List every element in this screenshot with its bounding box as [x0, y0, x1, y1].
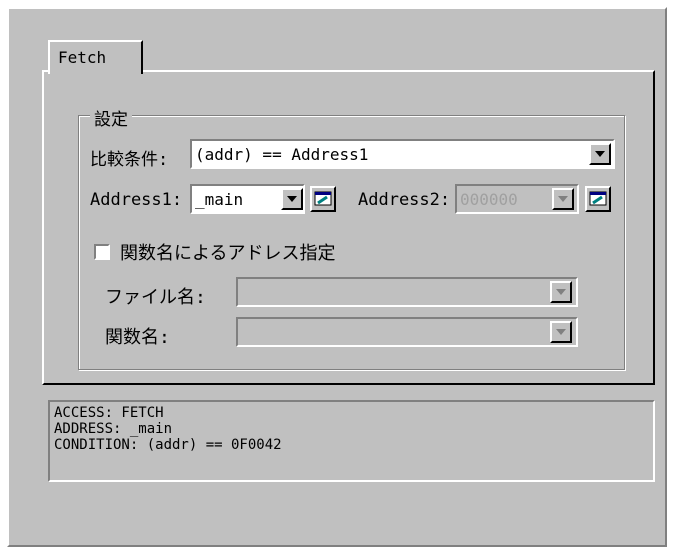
function-name-combobox[interactable]	[236, 317, 578, 347]
summary-line-address: ADDRESS: _main	[54, 421, 173, 437]
address1-label: Address1:	[90, 190, 183, 210]
address2-value: 000000	[460, 190, 518, 209]
address2-dropdown-button[interactable]	[552, 188, 574, 210]
chevron-down-icon	[556, 329, 566, 335]
condition-combobox[interactable]: (addr) == Address1	[190, 139, 615, 169]
address2-label: Address2:	[358, 190, 451, 210]
tab-fetch-label: Fetch	[58, 48, 107, 67]
address1-dropdown-button[interactable]	[281, 188, 303, 210]
function-address-checkbox-label: 関数名によるアドレス指定	[120, 243, 336, 264]
address1-symbol-button[interactable]	[310, 186, 336, 212]
file-name-dropdown-button[interactable]	[550, 281, 572, 303]
condition-label: 比較条件:	[90, 150, 169, 170]
settings-group-title: 設定	[90, 105, 132, 130]
chevron-down-icon	[595, 151, 605, 157]
address1-value: _main	[195, 190, 244, 209]
chevron-down-icon	[558, 196, 568, 202]
summary-line-access: ACCESS: FETCH	[54, 405, 164, 421]
function-name-dropdown-button[interactable]	[550, 321, 572, 343]
summary-line-condition: CONDITION: (addr) == 0F0042	[54, 437, 282, 453]
function-address-checkbox[interactable]	[94, 244, 110, 260]
file-name-combobox[interactable]	[236, 277, 578, 307]
symbol-browse-icon	[314, 191, 332, 206]
chevron-down-icon	[556, 289, 566, 295]
chevron-down-icon	[287, 196, 297, 202]
condition-dropdown-button[interactable]	[589, 143, 611, 165]
condition-value: (addr) == Address1	[195, 145, 369, 164]
function-name-label: 関数名:	[105, 327, 170, 348]
symbol-browse-icon	[589, 191, 607, 206]
address2-symbol-button[interactable]	[585, 186, 611, 212]
condition-summary-box: ACCESS: FETCH ADDRESS: _main CONDITION: …	[48, 400, 655, 482]
tab-fetch[interactable]: Fetch	[48, 40, 143, 74]
file-name-label: ファイル名:	[105, 287, 206, 308]
